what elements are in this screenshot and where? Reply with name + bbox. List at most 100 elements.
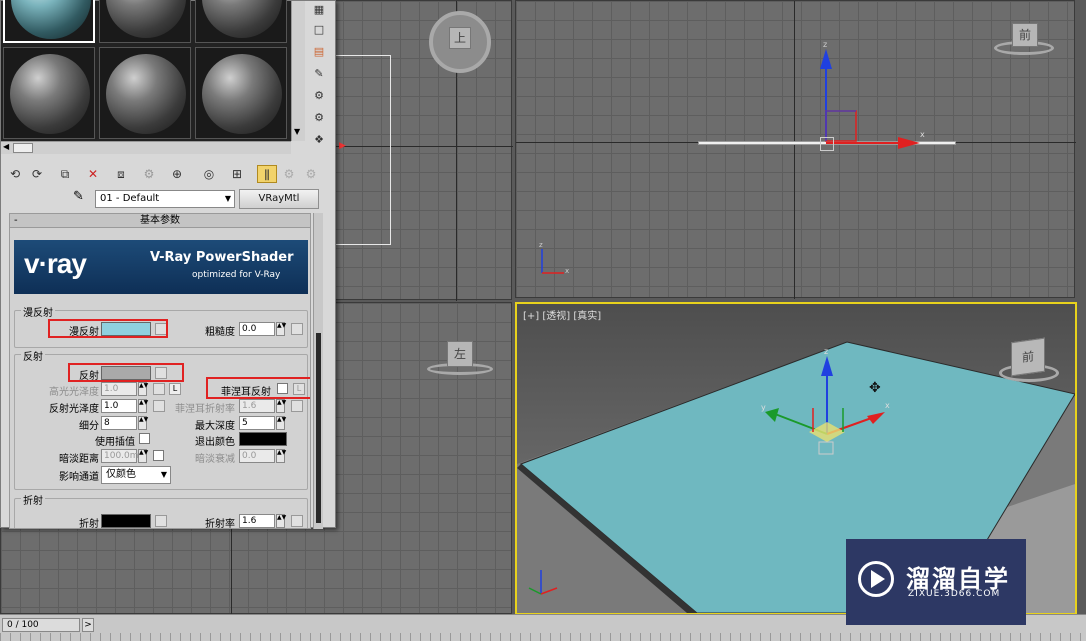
scroll-down-icon[interactable]: ▼	[294, 127, 300, 136]
make-unique-icon[interactable]: ⧈	[111, 165, 131, 183]
make-preview-icon[interactable]: ✎	[311, 67, 327, 81]
select-by-material-icon[interactable]: ⚙	[311, 111, 327, 125]
scroll-left-icon[interactable]: ◀	[3, 142, 9, 151]
video-color-icon[interactable]: ▤	[311, 45, 327, 59]
fresnel-checkbox[interactable]	[277, 383, 288, 394]
sample-sphere	[106, 54, 186, 134]
dim-falloff-field[interactable]: 0.0	[239, 449, 275, 463]
ior-spinner[interactable]: ▲▼	[276, 514, 286, 528]
diffuse-label: 漫反射	[69, 327, 99, 338]
dim-falloff-label: 暗淡衰减	[195, 454, 235, 465]
dim-dist-spinner[interactable]: ▲▼	[138, 449, 148, 463]
show-end-result-icon[interactable]: ⊞	[227, 165, 247, 183]
diffuse-map-button[interactable]	[155, 323, 167, 335]
viewcube-top[interactable]: 上	[429, 11, 491, 73]
reflect-color-swatch[interactable]	[101, 366, 151, 380]
options-icon[interactable]: ⚙	[311, 89, 327, 103]
ior-map-button[interactable]	[291, 515, 303, 527]
viewcube-left[interactable]: 左	[427, 341, 493, 377]
scroll-thumb[interactable]	[13, 143, 33, 153]
svg-text:x: x	[885, 401, 890, 410]
refl-gloss-map-button[interactable]	[153, 400, 165, 412]
vray-banner-title: V-Ray PowerShader	[150, 250, 294, 265]
viewcube-left-face: 左	[447, 341, 473, 367]
material-navigator-icon[interactable]: ❖	[311, 133, 327, 147]
go-to-parent-icon[interactable]: ⫼	[257, 165, 277, 183]
roughness-field[interactable]: 0.0	[239, 322, 275, 336]
rollout-scroll-thumb[interactable]	[316, 333, 321, 523]
put-to-library-icon[interactable]: ⚙	[139, 165, 159, 183]
diffuse-color-swatch[interactable]	[101, 322, 151, 336]
roughness-spinner[interactable]: ▲▼	[276, 322, 286, 336]
subdivs-field[interactable]: 8	[101, 416, 137, 430]
sample-uv-icon[interactable]: □	[311, 23, 327, 37]
affect-channels-label: 影响通道	[59, 472, 99, 483]
refl-gloss-field[interactable]: 1.0	[101, 399, 137, 413]
rollout-title[interactable]: - 基本参数	[10, 214, 310, 228]
refl-gloss-spinner[interactable]: ▲▼	[138, 399, 148, 413]
get-material-icon[interactable]: ⟲	[5, 165, 25, 183]
watermark-logo: 溜溜自学 ZIXUE.3D66.COM	[846, 539, 1026, 625]
affect-channels-select[interactable]: 仅颜色 ▼	[101, 466, 171, 484]
refract-color-swatch[interactable]	[101, 514, 151, 528]
move-gizmo[interactable]: z x	[812, 39, 932, 151]
roughness-map-button[interactable]	[291, 323, 303, 335]
material-slot-2[interactable]	[99, 0, 191, 43]
vray-banner-subtitle: optimized for V-Ray	[192, 270, 281, 280]
next-frame-button[interactable]: >	[82, 618, 94, 632]
show-map-icon[interactable]: ◎	[199, 165, 219, 183]
material-slot-1[interactable]	[3, 0, 95, 43]
fresnel-ior-spinner[interactable]: ▲▼	[276, 399, 286, 413]
dim-dist-field[interactable]: 100.0m	[101, 449, 139, 463]
material-type-button[interactable]: VRayMtl	[239, 189, 319, 209]
material-slot-5[interactable]	[99, 47, 191, 139]
hilight-gloss-field[interactable]: 1.0	[101, 382, 137, 396]
refract-map-button[interactable]	[155, 515, 167, 527]
axis-tripod-persp	[528, 570, 558, 595]
max-depth-field[interactable]: 5	[239, 416, 275, 430]
hilight-lock-button[interactable]: L	[169, 383, 181, 395]
eyedropper-icon[interactable]: ✎	[73, 189, 84, 204]
exit-color-swatch[interactable]	[239, 432, 287, 446]
hilight-gloss-spinner[interactable]: ▲▼	[138, 382, 148, 396]
dim-falloff-spinner[interactable]: ▲▼	[276, 449, 286, 463]
material-editor-window[interactable]: ▼ ◀ ▦ □ ▤ ✎ ⚙ ⚙ ❖ ⟲ ⟳ ⧉ ✕ ⧈ ⚙ ⊕ ◎ ⊞ ⫼ ⚙ …	[0, 0, 336, 529]
svg-text:y: y	[761, 403, 766, 412]
material-name-field[interactable]: 01 - Default ▼	[95, 190, 235, 208]
fresnel-ior-map-button[interactable]	[291, 400, 303, 412]
side-toolbar: ▦ □ ▤ ✎ ⚙ ⚙ ❖	[305, 1, 333, 161]
material-slot-4[interactable]	[3, 47, 95, 139]
pivot-box	[820, 137, 834, 151]
dim-dist-checkbox[interactable]	[153, 450, 164, 461]
go-forward-sibling-icon[interactable]: ⚙	[279, 165, 299, 183]
material-slot-3[interactable]	[195, 0, 287, 43]
assign-material-icon[interactable]: ⧉	[55, 165, 75, 183]
viewport-front[interactable]: z x 前 z x	[515, 0, 1076, 299]
viewcube-perspective[interactable]: 前	[999, 334, 1059, 384]
use-interp-checkbox[interactable]	[139, 433, 150, 444]
pick-material-icon[interactable]: ⚙	[301, 165, 321, 183]
material-id-icon[interactable]: ⊕	[167, 165, 187, 183]
frame-indicator[interactable]: 0 / 100	[2, 618, 80, 632]
checker-background-icon[interactable]: ▦	[311, 3, 327, 17]
subdivs-spinner[interactable]: ▲▼	[138, 416, 148, 430]
hilight-gloss-map-button[interactable]	[153, 383, 165, 395]
ior-field[interactable]: 1.6	[239, 514, 275, 528]
fresnel-lock-button[interactable]: L	[293, 383, 305, 395]
max-depth-spinner[interactable]: ▲▼	[276, 416, 286, 430]
timeline-track[interactable]	[0, 633, 1086, 641]
reflection-group-title: 反射	[21, 348, 45, 363]
hilight-gloss-label: 高光光泽度	[49, 387, 99, 398]
material-slot-6[interactable]	[195, 47, 287, 139]
put-to-scene-icon[interactable]: ⟳	[27, 165, 47, 183]
viewcube-front[interactable]: 前	[994, 23, 1054, 57]
material-toolbar: ⟲ ⟳ ⧉ ✕ ⧈ ⚙ ⊕ ◎ ⊞ ⫼ ⚙ ⚙	[5, 163, 325, 185]
ior-label: 折射率	[205, 519, 235, 529]
rollout-scrollbar[interactable]	[313, 213, 323, 529]
svg-text:z: z	[539, 241, 543, 249]
delete-icon[interactable]: ✕	[83, 165, 103, 183]
fresnel-ior-field[interactable]: 1.6	[239, 399, 275, 413]
slots-hscroll[interactable]: ◀	[1, 141, 291, 154]
reflect-map-button[interactable]	[155, 367, 167, 379]
slots-vscroll[interactable]: ▼	[291, 1, 305, 141]
